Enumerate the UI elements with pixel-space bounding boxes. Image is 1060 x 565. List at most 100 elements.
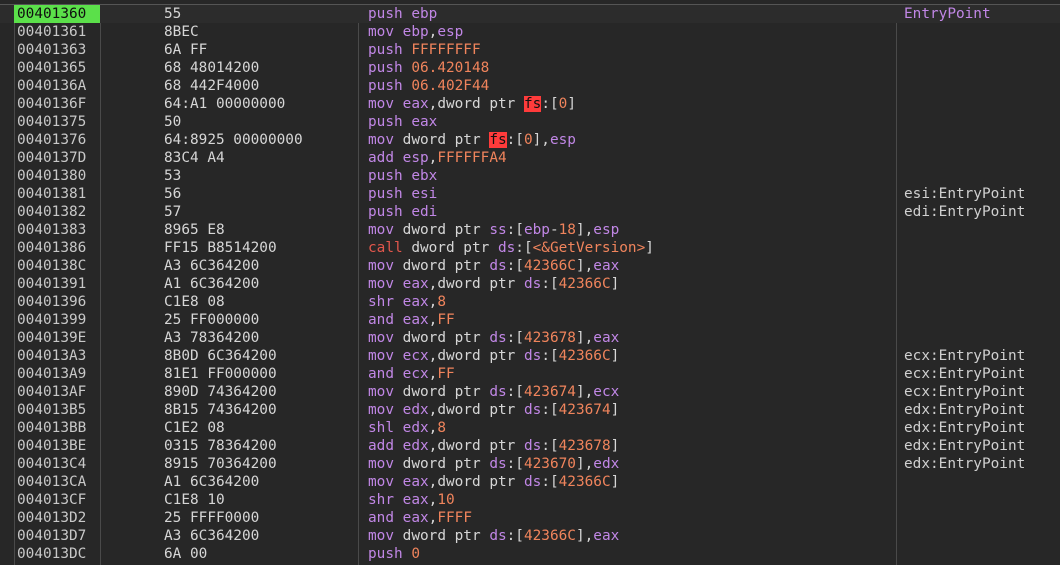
instruction-row[interactable]: 00401386 FF15 B8514200 call dword ptr ds:[… xyxy=(0,239,1060,257)
address-cell[interactable]: 004013A3 xyxy=(14,347,100,365)
address-cell[interactable]: 00401383 xyxy=(14,221,100,239)
instruction-cell[interactable]: mov eax,dword ptr ds:[42366C] xyxy=(368,473,619,491)
address-cell[interactable]: 004013D2 xyxy=(14,509,100,527)
address-cell[interactable]: 00401365 xyxy=(14,59,100,77)
instruction-cell[interactable]: mov dword ptr ds:[42366C],eax xyxy=(368,527,619,545)
instruction-row[interactable]: 004013D2 25 FFFF0000 and eax,FFFF xyxy=(0,509,1060,527)
instruction-cell[interactable]: mov edx,dword ptr ds:[423674] xyxy=(368,401,619,419)
instruction-row[interactable]: 00401391 A1 6C364200 mov eax,dword ptr ds:… xyxy=(0,275,1060,293)
instruction-cell[interactable]: shr eax,10 xyxy=(368,491,455,509)
instruction-row[interactable]: 00401380 53 push ebx xyxy=(0,167,1060,185)
instruction-row[interactable]: 00401360 55 push ebp EntryPoint xyxy=(0,5,1060,23)
instruction-row[interactable]: 004013CF C1E8 10 shr eax,10 xyxy=(0,491,1060,509)
instruction-cell[interactable]: mov dword ptr ds:[423670],edx xyxy=(368,455,619,473)
instruction-row[interactable]: 00401361 8BEC mov ebp,esp xyxy=(0,23,1060,41)
instruction-cell[interactable]: shl edx,8 xyxy=(368,419,446,437)
instruction-cell[interactable]: push FFFFFFFF xyxy=(368,41,481,59)
instruction-row[interactable]: 0040138C A3 6C364200 mov dword ptr ds:[423… xyxy=(0,257,1060,275)
instruction-cell[interactable]: push esi xyxy=(368,185,437,203)
instruction-cell[interactable]: and eax,FFFF xyxy=(368,509,472,527)
instruction-row[interactable]: 0040137D 83C4 A4 add esp,FFFFFFA4 xyxy=(0,149,1060,167)
address-cell[interactable]: 00401363 xyxy=(14,41,100,59)
instruction-cell[interactable]: push 06.420148 xyxy=(368,59,489,77)
address-cell[interactable]: 004013AF xyxy=(14,383,100,401)
address-cell[interactable]: 0040139E xyxy=(14,329,100,347)
instruction-cell[interactable]: mov dword ptr ss:[ebp-18],esp xyxy=(368,221,619,239)
address-cell[interactable]: 004013CF xyxy=(14,491,100,509)
mnemonic-token: push xyxy=(368,546,403,562)
instruction-cell[interactable]: mov eax,dword ptr fs:[0] xyxy=(368,95,576,113)
disassembly-view[interactable]: 00401360 55 push ebp EntryPoint 00401361 8BEC… xyxy=(0,0,1060,565)
address-cell[interactable]: 004013DC xyxy=(14,545,100,563)
operand-text: ] xyxy=(567,96,576,112)
address-cell[interactable]: 004013C4 xyxy=(14,455,100,473)
instruction-cell[interactable]: push ebx xyxy=(368,167,437,185)
address-cell[interactable]: 004013BE xyxy=(14,437,100,455)
instruction-cell[interactable]: mov dword ptr ds:[423678],eax xyxy=(368,329,619,347)
instruction-cell[interactable]: add esp,FFFFFFA4 xyxy=(368,149,507,167)
instruction-row[interactable]: 004013BE 0315 78364200 add edx,dword ptr d… xyxy=(0,437,1060,455)
address-cell[interactable]: 00401361 xyxy=(14,23,100,41)
instruction-row[interactable]: 004013AF 890D 74364200 mov dword ptr ds:[4… xyxy=(0,383,1060,401)
instruction-cell[interactable]: push edi xyxy=(368,203,437,221)
address-cell[interactable]: 00401381 xyxy=(14,185,100,203)
instruction-row[interactable]: 00401383 8965 E8 mov dword ptr ss:[ebp-18]… xyxy=(0,221,1060,239)
instruction-row[interactable]: 00401399 25 FF000000 and eax,FF xyxy=(0,311,1060,329)
address-cell[interactable]: 0040138C xyxy=(14,257,100,275)
instruction-row[interactable]: 004013DC 6A 00 push 0 xyxy=(0,545,1060,563)
instruction-row[interactable]: 004013CA A1 6C364200 mov eax,dword ptr ds:… xyxy=(0,473,1060,491)
address-cell[interactable]: 00401360 xyxy=(14,5,100,23)
instruction-row[interactable]: 00401396 C1E8 08 shr eax,8 xyxy=(0,293,1060,311)
address-cell[interactable]: 004013B5 xyxy=(14,401,100,419)
instruction-row[interactable]: 00401365 68 48014200 push 06.420148 xyxy=(0,59,1060,77)
instruction-row[interactable]: 00401382 57 push edi edi:EntryPoint xyxy=(0,203,1060,221)
instruction-row[interactable]: 004013BB C1E2 08 shl edx,8 edx:EntryPoint xyxy=(0,419,1060,437)
address-cell[interactable]: 00401380 xyxy=(14,167,100,185)
instruction-cell[interactable]: call dword ptr ds:[<&GetVersion>] xyxy=(368,239,654,257)
address-cell[interactable]: 00401399 xyxy=(14,311,100,329)
address-cell[interactable]: 00401396 xyxy=(14,293,100,311)
instruction-row[interactable]: 00401381 56 push esi esi:EntryPoint xyxy=(0,185,1060,203)
instruction-cell[interactable]: mov dword ptr fs:[0],esp xyxy=(368,131,576,149)
address-cell[interactable]: 00401386 xyxy=(14,239,100,257)
bytes-cell: 64:8925 00000000 xyxy=(164,132,303,148)
instruction-row[interactable]: 0040136A 68 442F4000 push 06.402F44 xyxy=(0,77,1060,95)
segment-token: ds xyxy=(497,240,516,256)
instruction-cell[interactable]: and ecx,FF xyxy=(368,365,455,383)
instruction-cell[interactable]: add edx,dword ptr ds:[423678] xyxy=(368,437,619,455)
instruction-cell[interactable]: mov ebp,esp xyxy=(368,23,463,41)
instruction-row[interactable]: 004013B5 8B15 74364200 mov edx,dword ptr d… xyxy=(0,401,1060,419)
instruction-row[interactable]: 0040136F 64:A1 00000000 mov eax,dword ptr … xyxy=(0,95,1060,113)
instruction-cell[interactable]: push eax xyxy=(368,113,437,131)
instruction-row[interactable]: 00401375 50 push eax xyxy=(0,113,1060,131)
instruction-cell[interactable]: mov dword ptr ds:[423674],ecx xyxy=(368,383,619,401)
instruction-row[interactable]: 004013A9 81E1 FF000000 and ecx,FF ecx:Entry… xyxy=(0,365,1060,383)
address-cell[interactable]: 00401391 xyxy=(14,275,100,293)
instruction-cell[interactable]: mov ecx,dword ptr ds:[42366C] xyxy=(368,347,619,365)
address-cell[interactable]: 0040136F xyxy=(14,95,100,113)
instruction-cell[interactable]: push 0 xyxy=(368,545,420,563)
address-cell[interactable]: 00401382 xyxy=(14,203,100,221)
instruction-cell[interactable]: mov dword ptr ds:[42366C],eax xyxy=(368,257,619,275)
address-cell[interactable]: 004013BB xyxy=(14,419,100,437)
instruction-cell[interactable]: and eax,FF xyxy=(368,311,455,329)
instruction-row[interactable]: 004013D7 A3 6C364200 mov dword ptr ds:[423… xyxy=(0,527,1060,545)
address-cell[interactable]: 0040136A xyxy=(14,77,100,95)
address-cell[interactable]: 00401375 xyxy=(14,113,100,131)
operand-text: :[ xyxy=(506,384,524,400)
address-cell[interactable]: 00401376 xyxy=(14,131,100,149)
instruction-cell[interactable]: push 06.402F44 xyxy=(368,77,489,95)
address-cell[interactable]: 0040137D xyxy=(14,149,100,167)
address-cell[interactable]: 004013A9 xyxy=(14,365,100,383)
instruction-cell[interactable]: shr eax,8 xyxy=(368,293,446,311)
instruction-row[interactable]: 00401363 6A FF push FFFFFFFF xyxy=(0,41,1060,59)
instruction-row[interactable]: 004013C4 8915 70364200 mov dword ptr ds:[4… xyxy=(0,455,1060,473)
instruction-row[interactable]: 0040139E A3 78364200 mov dword ptr ds:[423… xyxy=(0,329,1060,347)
address-cell[interactable]: 004013D7 xyxy=(14,527,100,545)
instruction-cell[interactable]: push ebp xyxy=(368,5,437,23)
register-token: esp xyxy=(593,222,620,238)
instruction-row[interactable]: 004013A3 8B0D 6C364200 mov ecx,dword ptr d… xyxy=(0,347,1060,365)
address-cell[interactable]: 004013CA xyxy=(14,473,100,491)
instruction-row[interactable]: 00401376 64:8925 00000000 mov dword ptr fs… xyxy=(0,131,1060,149)
instruction-cell[interactable]: mov eax,dword ptr ds:[42366C] xyxy=(368,275,619,293)
